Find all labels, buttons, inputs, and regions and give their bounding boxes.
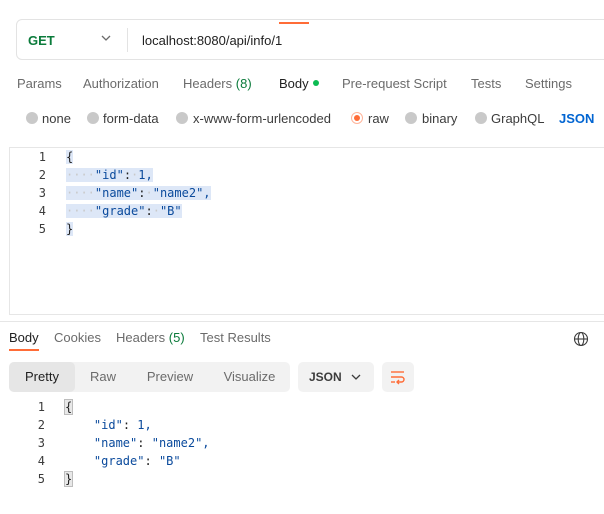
request-line-numbers: 1 2 3 4 5 bbox=[10, 148, 46, 238]
tab-prerequest-script[interactable]: Pre-request Script bbox=[342, 76, 447, 91]
indent: ···· bbox=[66, 186, 95, 200]
radio-form-data-label[interactable]: form-data bbox=[103, 111, 159, 126]
headers-count: (8) bbox=[235, 76, 252, 91]
code-line: { bbox=[66, 148, 211, 166]
response-tab-test-results[interactable]: Test Results bbox=[200, 330, 271, 345]
indent: ···· bbox=[66, 204, 95, 218]
json-key: "id" bbox=[94, 168, 124, 182]
radio-binary-label[interactable]: binary bbox=[422, 111, 457, 126]
json-value: "name2", bbox=[151, 436, 210, 450]
code-line: ····"id":·1, bbox=[66, 168, 153, 182]
tab-body-label: Body bbox=[279, 76, 309, 91]
code-line: ····"name":·"name2", bbox=[66, 186, 211, 200]
code-line: { bbox=[63, 398, 210, 416]
radio-raw[interactable] bbox=[351, 112, 363, 124]
active-tab-underline bbox=[279, 22, 309, 24]
view-raw-button[interactable]: Raw bbox=[75, 362, 131, 392]
line-number: 2 bbox=[38, 168, 46, 182]
radio-raw-label[interactable]: raw bbox=[368, 111, 389, 126]
json-value: "B" bbox=[158, 454, 181, 468]
json-key: "name" bbox=[93, 436, 138, 450]
body-indicator-dot bbox=[312, 80, 319, 86]
json-close-brace: } bbox=[66, 222, 74, 236]
response-code[interactable]: { "id": 1, "name": "name2", "grade": "B"… bbox=[63, 398, 210, 488]
json-value: "name2", bbox=[152, 186, 211, 200]
response-active-underline bbox=[9, 349, 39, 351]
line-number: 5 bbox=[37, 472, 45, 486]
code-line: ····"grade":·"B" bbox=[66, 204, 182, 218]
view-pretty-button[interactable]: Pretty bbox=[9, 362, 75, 392]
line-number: 3 bbox=[37, 436, 45, 450]
tab-headers[interactable]: Headers (8) bbox=[183, 76, 252, 91]
json-value: 1, bbox=[137, 418, 152, 432]
view-visualize-button[interactable]: Visualize bbox=[209, 362, 290, 392]
response-tab-cookies[interactable]: Cookies bbox=[54, 330, 101, 345]
radio-urlencoded-label[interactable]: x-www-form-urlencoded bbox=[193, 111, 331, 126]
radio-graphql-label[interactable]: GraphQL bbox=[491, 111, 544, 126]
code-line: } bbox=[63, 470, 210, 488]
code-line: "id": 1, bbox=[93, 418, 152, 432]
line-number: 4 bbox=[38, 204, 46, 218]
line-number: 1 bbox=[37, 400, 45, 414]
json-open-brace: { bbox=[66, 150, 74, 164]
radio-graphql[interactable] bbox=[475, 112, 487, 124]
response-format-label: JSON bbox=[309, 370, 342, 384]
code-line: } bbox=[66, 220, 211, 238]
response-line-numbers: 1 2 3 4 5 bbox=[9, 398, 45, 488]
code-line: "grade": "B" bbox=[93, 454, 181, 468]
radio-urlencoded[interactable] bbox=[176, 112, 188, 124]
json-key: "grade" bbox=[93, 454, 145, 468]
response-view-modes: Pretty Raw Preview Visualize bbox=[9, 362, 290, 392]
response-tab-headers-label: Headers bbox=[116, 330, 166, 345]
json-value: 1, bbox=[138, 168, 153, 182]
panel-divider[interactable] bbox=[0, 321, 604, 322]
url-separator bbox=[127, 28, 128, 52]
tab-tests[interactable]: Tests bbox=[471, 76, 501, 91]
json-key: "name" bbox=[94, 186, 139, 200]
response-tab-body[interactable]: Body bbox=[9, 330, 39, 345]
tab-params[interactable]: Params bbox=[17, 76, 62, 91]
line-number: 5 bbox=[38, 222, 46, 236]
request-url-bar: GET localhost:8080/api/info/1 bbox=[16, 19, 604, 60]
url-input[interactable]: localhost:8080/api/info/1 bbox=[142, 33, 282, 48]
tab-body[interactable]: Body bbox=[279, 76, 319, 91]
line-number: 3 bbox=[38, 186, 46, 200]
line-number: 4 bbox=[37, 454, 45, 468]
wrap-lines-icon bbox=[391, 371, 405, 385]
response-tab-headers[interactable]: Headers (5) bbox=[116, 330, 185, 345]
response-headers-count: (5) bbox=[168, 330, 185, 345]
json-close-brace: } bbox=[63, 471, 74, 487]
tab-settings[interactable]: Settings bbox=[525, 76, 572, 91]
line-number: 2 bbox=[37, 418, 45, 432]
chevron-down-icon[interactable] bbox=[101, 32, 111, 44]
json-value: "B" bbox=[159, 204, 182, 218]
chevron-down-icon bbox=[351, 374, 361, 380]
json-key: "id" bbox=[93, 418, 123, 432]
radio-form-data[interactable] bbox=[87, 112, 99, 124]
code-line: "name": "name2", bbox=[93, 436, 210, 450]
wrap-lines-button[interactable] bbox=[382, 362, 414, 392]
indent: ···· bbox=[66, 168, 95, 182]
tab-authorization[interactable]: Authorization bbox=[83, 76, 159, 91]
body-format-select[interactable]: JSON bbox=[559, 111, 594, 126]
json-key: "grade" bbox=[94, 204, 146, 218]
radio-none[interactable] bbox=[26, 112, 38, 124]
radio-binary[interactable] bbox=[405, 112, 417, 124]
globe-icon[interactable] bbox=[573, 331, 589, 347]
line-number: 1 bbox=[38, 150, 46, 164]
response-format-select[interactable]: JSON bbox=[298, 362, 374, 392]
view-preview-button[interactable]: Preview bbox=[131, 362, 209, 392]
request-body-editor[interactable]: 1 2 3 4 5 { ····"id":·1, ····"name":·"na… bbox=[9, 147, 604, 315]
request-code: { ····"id":·1, ····"name":·"name2", ····… bbox=[66, 148, 211, 238]
radio-none-label[interactable]: none bbox=[42, 111, 71, 126]
method-select[interactable]: GET bbox=[28, 33, 55, 48]
json-open-brace: { bbox=[63, 399, 74, 415]
tab-headers-label: Headers bbox=[183, 76, 233, 91]
